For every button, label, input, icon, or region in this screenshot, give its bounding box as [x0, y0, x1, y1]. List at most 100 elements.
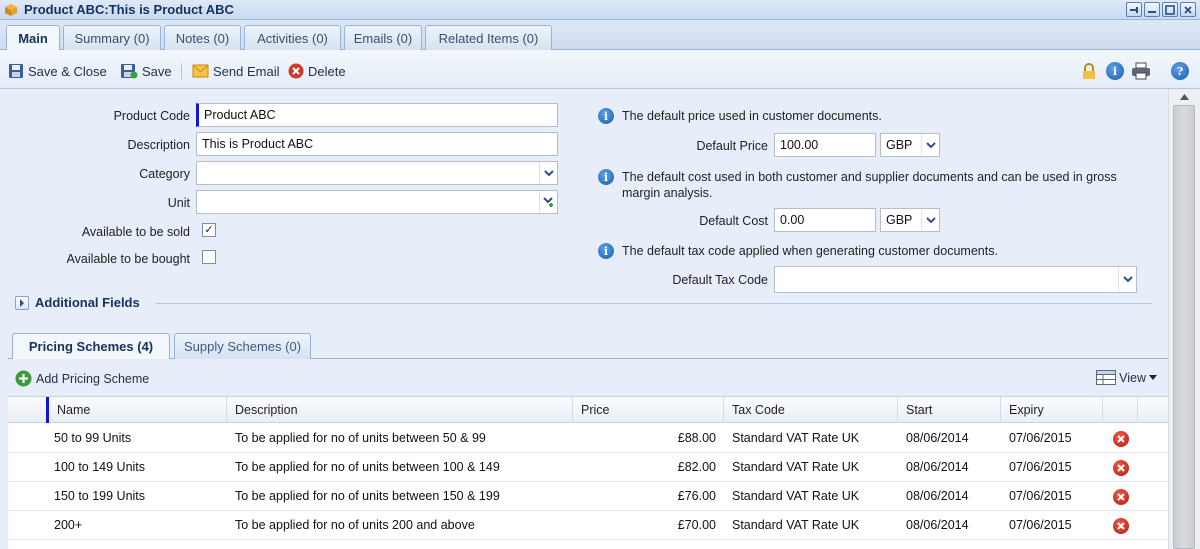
cell-price: £82.00: [677, 460, 716, 474]
cell-start: 08/06/2014: [906, 460, 969, 474]
chevron-down-icon[interactable]: [921, 134, 939, 156]
unit-select[interactable]: [196, 190, 558, 214]
category-select[interactable]: [196, 161, 558, 185]
tab-pricing-schemes[interactable]: Pricing Schemes (4): [12, 333, 170, 359]
subtab-bar: Pricing Schemes (4) Supply Schemes (0): [8, 330, 1168, 359]
chevron-down-icon[interactable]: [1118, 267, 1136, 292]
cell-tax-code: Standard VAT Rate UK: [732, 431, 860, 445]
column-header-name[interactable]: Name: [49, 397, 227, 423]
cell-tax-code: Standard VAT Rate UK: [732, 518, 860, 532]
delete-row-icon[interactable]: [1113, 489, 1129, 505]
cell-price: £70.00: [677, 518, 716, 532]
price-info-text: The default price used in customer docum…: [622, 109, 882, 123]
default-price-label: Default Price: [696, 139, 768, 153]
table-row[interactable]: 200+ To be applied for no of units 200 a…: [8, 511, 1168, 540]
cell-price: £76.00: [677, 489, 716, 503]
add-pricing-scheme-button[interactable]: Add Pricing Scheme: [15, 370, 149, 387]
default-tax-code-label: Default Tax Code: [672, 273, 768, 287]
default-price-field[interactable]: 100.00: [774, 133, 876, 157]
cell-start: 08/06/2014: [906, 518, 969, 532]
info-icon: i: [598, 169, 614, 185]
delete-row-icon[interactable]: [1113, 518, 1129, 534]
available-bought-checkbox[interactable]: [202, 250, 216, 264]
chevron-down-icon[interactable]: [921, 209, 939, 231]
close-icon[interactable]: [1180, 2, 1196, 17]
toolbar-separator: [181, 63, 182, 79]
pin-icon[interactable]: [1126, 2, 1142, 17]
available-sold-label: Available to be sold: [81, 225, 190, 239]
description-label: Description: [127, 138, 190, 152]
save-close-button[interactable]: Save & Close: [8, 62, 107, 80]
table-row[interactable]: 150 to 199 Units To be applied for no of…: [8, 482, 1168, 511]
delete-button[interactable]: Delete: [288, 62, 346, 80]
minimize-icon[interactable]: [1144, 2, 1160, 17]
lock-icon[interactable]: [1079, 61, 1099, 81]
cell-name: 50 to 99 Units: [54, 431, 132, 445]
scrollbar-thumb[interactable]: [1173, 105, 1195, 549]
save-close-label: Save & Close: [28, 63, 107, 79]
cell-tax-code: Standard VAT Rate UK: [732, 460, 860, 474]
unit-label: Unit: [167, 196, 190, 210]
cost-info-line-1: The default cost used in both customer a…: [622, 170, 1117, 184]
column-header-price[interactable]: Price: [573, 397, 724, 423]
save-button[interactable]: Save: [120, 62, 172, 80]
cost-info-text: The default cost used in both customer a…: [622, 169, 1152, 201]
cost-info-line-2: margin analysis.: [622, 186, 713, 200]
add-circle-icon: [15, 370, 32, 387]
cell-expiry: 07/06/2015: [1009, 518, 1072, 532]
default-cost-currency-select[interactable]: GBP: [880, 208, 940, 232]
delete-row-icon[interactable]: [1113, 460, 1129, 476]
cell-description: To be applied for no of units between 15…: [235, 489, 500, 503]
grid-toolbar: Add Pricing Scheme View: [8, 359, 1168, 394]
info-icon[interactable]: i: [1105, 61, 1125, 81]
product-form: Product Code Product ABC Description Thi…: [0, 89, 1168, 549]
window-controls: [1126, 2, 1196, 17]
tab-activities[interactable]: Activities (0): [244, 25, 341, 50]
title-bar: Product ABC:This is Product ABC: [0, 0, 1200, 20]
floppy-disk-icon: [121, 64, 138, 79]
chevron-add-icon[interactable]: [539, 191, 557, 213]
default-tax-code-select[interactable]: [774, 266, 1137, 293]
table-row[interactable]: 50 to 99 Units To be applied for no of u…: [8, 424, 1168, 453]
cell-name: 150 to 199 Units: [54, 489, 146, 503]
window-title: Product ABC:This is Product ABC: [24, 2, 234, 17]
send-email-button[interactable]: Send Email: [192, 62, 279, 80]
cell-name: 200+: [54, 518, 83, 532]
toolbar: Save & Close Save Send Email Delete i ?: [0, 50, 1200, 89]
cell-price: £88.00: [677, 431, 716, 445]
tab-emails[interactable]: Emails (0): [344, 25, 422, 50]
chevron-down-icon[interactable]: [539, 162, 557, 184]
tab-main[interactable]: Main: [6, 25, 60, 51]
cell-expiry: 07/06/2015: [1009, 431, 1072, 445]
default-cost-field[interactable]: 0.00: [774, 208, 876, 232]
additional-fields-label: Additional Fields: [35, 295, 140, 310]
column-header-expiry[interactable]: Expiry: [1001, 397, 1103, 423]
column-header-tax-code[interactable]: Tax Code: [724, 397, 898, 423]
tab-notes[interactable]: Notes (0): [164, 25, 241, 50]
default-cost-label: Default Cost: [699, 214, 768, 228]
vertical-scrollbar[interactable]: [1168, 89, 1200, 549]
available-sold-checkbox[interactable]: ✓: [202, 223, 216, 237]
default-cost-currency-value: GBP: [886, 213, 913, 227]
column-header-description[interactable]: Description: [227, 397, 573, 423]
maximize-icon[interactable]: [1162, 2, 1178, 17]
tab-related-items[interactable]: Related Items (0): [425, 25, 552, 50]
default-price-currency-select[interactable]: GBP: [880, 133, 940, 157]
default-price-currency-value: GBP: [886, 138, 913, 152]
additional-fields-toggle[interactable]: Additional Fields: [15, 295, 140, 310]
description-field[interactable]: This is Product ABC: [196, 132, 558, 156]
delete-circle-icon: [288, 63, 304, 79]
expand-arrow-icon[interactable]: [15, 295, 29, 310]
help-icon[interactable]: ?: [1170, 61, 1190, 81]
product-code-field[interactable]: Product ABC: [196, 103, 558, 127]
printer-icon[interactable]: [1131, 61, 1151, 81]
cell-expiry: 07/06/2015: [1009, 489, 1072, 503]
tab-summary[interactable]: Summary (0): [63, 25, 161, 50]
table-view-icon: [1096, 370, 1117, 385]
tab-supply-schemes[interactable]: Supply Schemes (0): [174, 333, 311, 359]
table-row[interactable]: 100 to 149 Units To be applied for no of…: [8, 453, 1168, 482]
scroll-up-icon[interactable]: [1177, 91, 1191, 103]
column-header-start[interactable]: Start: [898, 397, 1001, 423]
delete-row-icon[interactable]: [1113, 431, 1129, 447]
view-menu-button[interactable]: View: [1096, 370, 1157, 385]
